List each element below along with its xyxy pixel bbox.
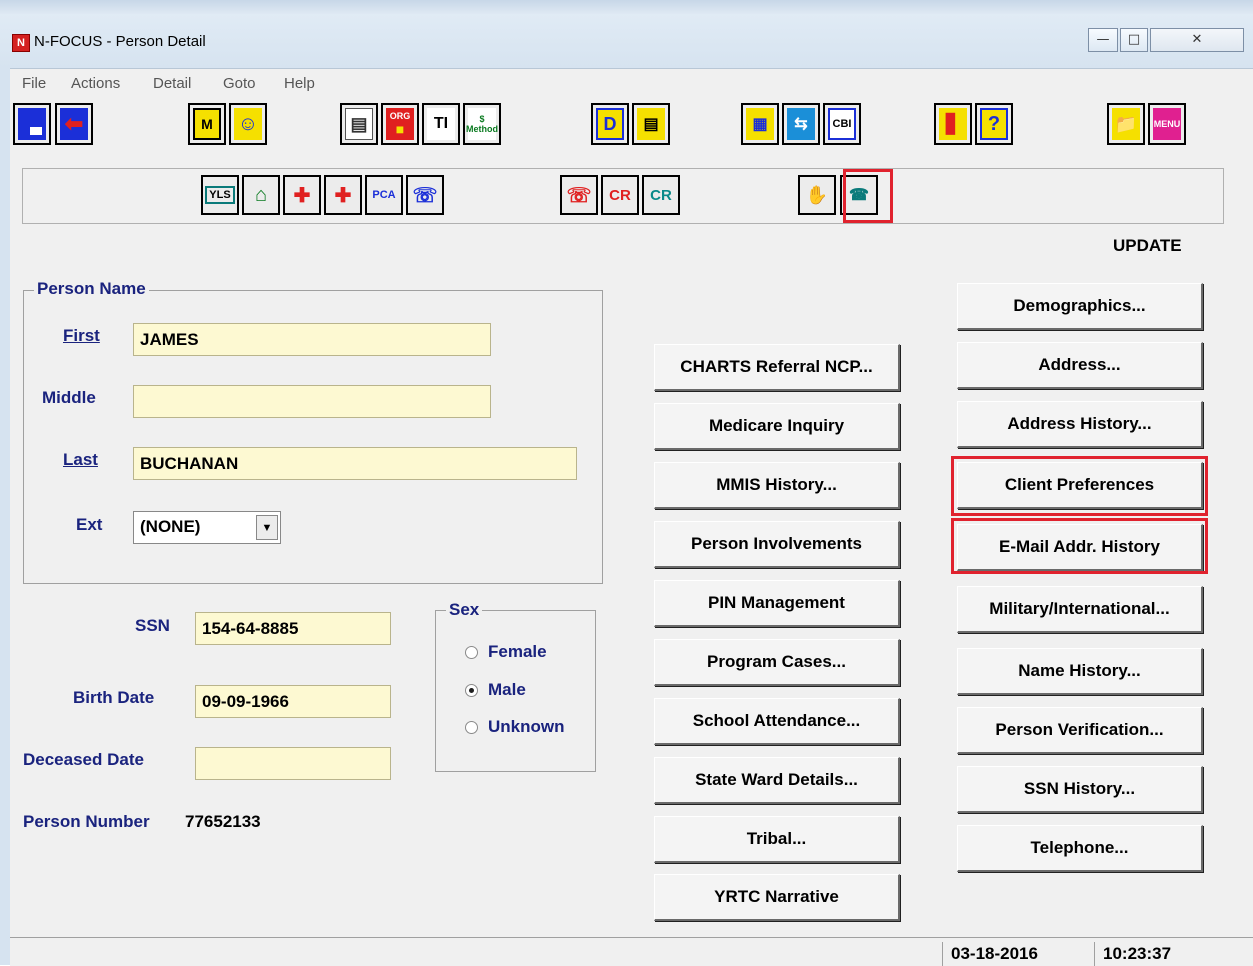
org-label: ORG bbox=[389, 111, 411, 121]
ssn-label: SSN bbox=[135, 616, 170, 635]
app-icon: N bbox=[12, 34, 30, 52]
title-bar[interactable]: N N-FOCUS - Person Detail — □ ✕ bbox=[0, 0, 1253, 69]
tribal-button[interactable]: Tribal... bbox=[654, 816, 900, 863]
person-home-icon[interactable]: ⌂ bbox=[242, 175, 280, 215]
left-frame bbox=[0, 68, 10, 965]
person-number-label: Person Number bbox=[23, 812, 150, 831]
menu-actions[interactable]: Actions bbox=[71, 75, 120, 92]
main-toolbar: ⬅ M ☺ ▤ ORG ■ TI $ Method D ▤ ▦ ⇆ CBI ▋ ?… bbox=[10, 99, 1245, 154]
menu-detail[interactable]: Detail bbox=[153, 75, 191, 92]
phone-red-icon[interactable]: ☏ bbox=[560, 175, 598, 215]
status-bar: 03-18-2016 10:23:37 bbox=[10, 937, 1253, 966]
last-name-field[interactable]: BUCHANAN bbox=[133, 447, 577, 480]
menu-icon[interactable]: MENU bbox=[1148, 103, 1186, 145]
help-icon[interactable]: ? bbox=[975, 103, 1013, 145]
charts-referral-ncp-button[interactable]: CHARTS Referral NCP... bbox=[654, 344, 900, 391]
close-button[interactable]: ✕ bbox=[1150, 28, 1244, 52]
email-addr-history-highlight bbox=[951, 518, 1208, 574]
status-time: 10:23:37 bbox=[1094, 942, 1253, 966]
female-radio[interactable] bbox=[465, 646, 478, 659]
pin-management-button[interactable]: PIN Management bbox=[654, 580, 900, 627]
chevron-down-icon[interactable]: ▼ bbox=[256, 515, 278, 540]
birth-date-label: Birth Date bbox=[73, 688, 155, 707]
menu-bar: File Actions Detail Goto Help bbox=[10, 71, 1250, 97]
male-label[interactable]: Male bbox=[488, 680, 526, 700]
window-title: N-FOCUS - Person Detail bbox=[34, 33, 206, 50]
ext-select[interactable]: (NONE) ▼ bbox=[133, 511, 281, 544]
ext-label: Ext bbox=[76, 515, 103, 534]
address-button[interactable]: Address... bbox=[957, 342, 1203, 389]
yls-icon[interactable]: YLS bbox=[201, 175, 239, 215]
maximize-button[interactable]: □ bbox=[1120, 28, 1148, 52]
deceased-date-field[interactable] bbox=[195, 747, 391, 780]
person-number-value: 77652133 bbox=[185, 812, 261, 831]
menu-goto[interactable]: Goto bbox=[223, 75, 256, 92]
person-name-title: Person Name bbox=[34, 279, 149, 299]
last-name-label[interactable]: Last bbox=[63, 450, 98, 470]
org-icon[interactable]: ORG ■ bbox=[381, 103, 419, 145]
first-name-label[interactable]: First bbox=[63, 326, 100, 346]
middle-name-field[interactable] bbox=[133, 385, 491, 418]
female-label[interactable]: Female bbox=[488, 642, 547, 662]
bar-chart-icon[interactable]: ▋ bbox=[934, 103, 972, 145]
folder-icon[interactable]: 📁 bbox=[1107, 103, 1145, 145]
pca-icon[interactable]: PCA bbox=[365, 175, 403, 215]
exit-icon[interactable] bbox=[13, 103, 51, 145]
ssn-field[interactable]: 154-64-8885 bbox=[195, 612, 391, 645]
sex-title: Sex bbox=[446, 600, 483, 620]
phone-blue-icon[interactable]: ☏ bbox=[406, 175, 444, 215]
ext-select-value: (NONE) bbox=[140, 517, 201, 536]
method-icon[interactable]: $ Method bbox=[463, 103, 501, 145]
yrtc-narrative-button[interactable]: YRTC Narrative bbox=[654, 874, 900, 921]
cbi-icon[interactable]: CBI bbox=[823, 103, 861, 145]
person-info-icon[interactable]: ☺ bbox=[229, 103, 267, 145]
cr-teal-icon[interactable]: CR bbox=[642, 175, 680, 215]
ti-icon[interactable]: TI bbox=[422, 103, 460, 145]
computer-phone-highlight bbox=[843, 169, 893, 223]
first-name-field[interactable]: JAMES bbox=[133, 323, 491, 356]
school-attendance-button[interactable]: School Attendance... bbox=[654, 698, 900, 745]
person-verification-button[interactable]: Person Verification... bbox=[957, 707, 1203, 754]
male-radio[interactable] bbox=[465, 684, 478, 697]
main-window: N N-FOCUS - Person Detail — □ ✕ File Act… bbox=[0, 0, 1253, 966]
document-icon[interactable]: ▤ bbox=[340, 103, 378, 145]
client-preferences-highlight bbox=[951, 456, 1208, 516]
mode-indicator: UPDATE bbox=[1113, 236, 1182, 255]
menu-help[interactable]: Help bbox=[284, 75, 315, 92]
d-document-icon[interactable]: ▤ bbox=[632, 103, 670, 145]
program-cases-button[interactable]: Program Cases... bbox=[654, 639, 900, 686]
transfer-icon[interactable]: ⇆ bbox=[782, 103, 820, 145]
m-icon[interactable]: M bbox=[188, 103, 226, 145]
unknown-radio[interactable] bbox=[465, 721, 478, 734]
deceased-date-label: Deceased Date bbox=[23, 750, 144, 769]
title-bar-band bbox=[0, 0, 1253, 14]
cr-red-icon[interactable]: CR bbox=[601, 175, 639, 215]
layout-icon[interactable]: ▦ bbox=[741, 103, 779, 145]
minimize-button[interactable]: — bbox=[1088, 28, 1118, 52]
birth-date-field[interactable]: 09-09-1966 bbox=[195, 685, 391, 718]
menu-file[interactable]: File bbox=[22, 75, 46, 92]
address-history-button[interactable]: Address History... bbox=[957, 401, 1203, 448]
medical-document-icon[interactable]: ✚ bbox=[324, 175, 362, 215]
name-history-button[interactable]: Name History... bbox=[957, 648, 1203, 695]
person-involvements-button[interactable]: Person Involvements bbox=[654, 521, 900, 568]
d-icon[interactable]: D bbox=[591, 103, 629, 145]
medicare-inquiry-button[interactable]: Medicare Inquiry bbox=[654, 403, 900, 450]
telephone-button[interactable]: Telephone... bbox=[957, 825, 1203, 872]
state-ward-details-button[interactable]: State Ward Details... bbox=[654, 757, 900, 804]
ssn-history-button[interactable]: SSN History... bbox=[957, 766, 1203, 813]
demographics-button[interactable]: Demographics... bbox=[957, 283, 1203, 330]
middle-name-label: Middle bbox=[42, 388, 96, 407]
unknown-label[interactable]: Unknown bbox=[488, 717, 565, 737]
medical-checklist-icon[interactable]: ✚ bbox=[283, 175, 321, 215]
handshake-icon[interactable]: ✋ bbox=[798, 175, 836, 215]
back-icon[interactable]: ⬅ bbox=[55, 103, 93, 145]
mmis-history-button[interactable]: MMIS History... bbox=[654, 462, 900, 509]
status-date: 03-18-2016 bbox=[942, 942, 1092, 966]
military-international-button[interactable]: Military/International... bbox=[957, 586, 1203, 633]
sub-toolbar: YLS ⌂ ✚ ✚ PCA ☏ ☏ CR CR ✋ ☎ bbox=[22, 168, 1224, 224]
